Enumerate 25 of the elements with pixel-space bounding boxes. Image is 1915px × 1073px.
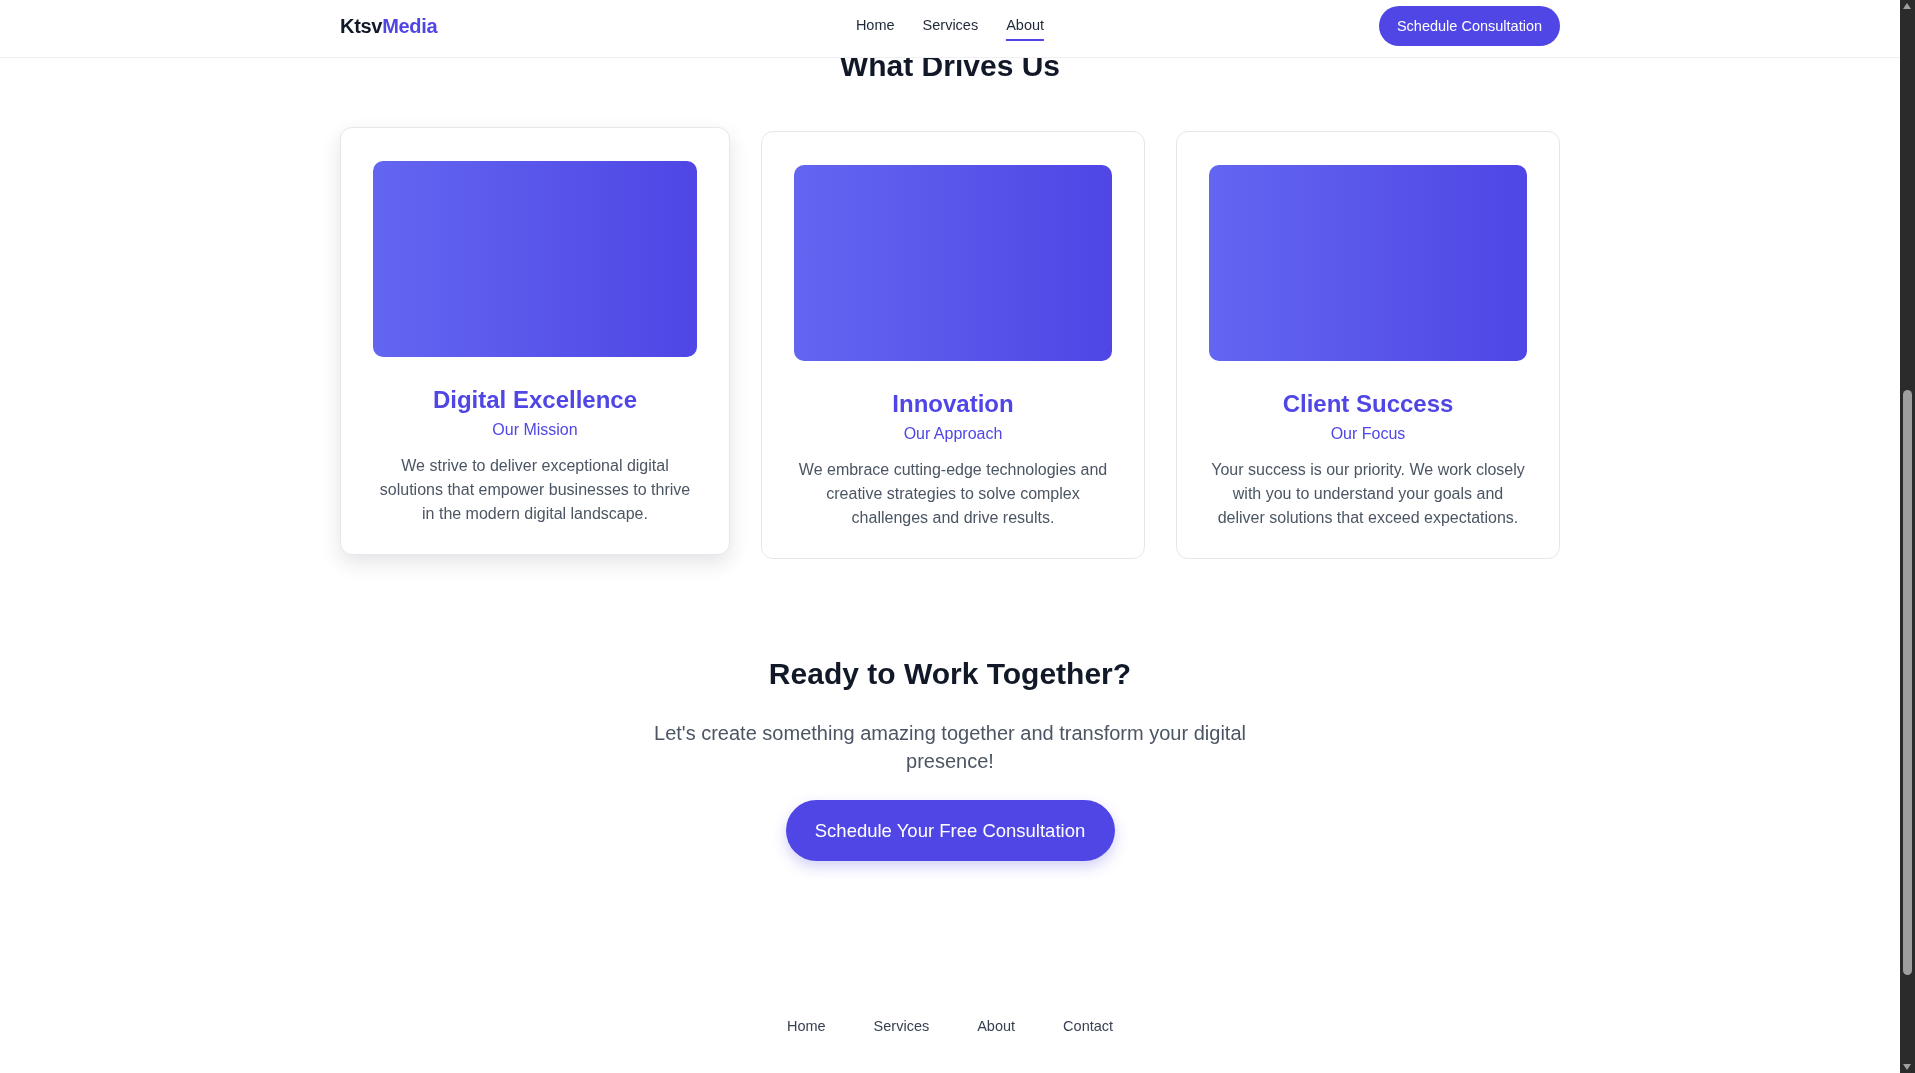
footer-link[interactable]: Contact (1063, 1018, 1114, 1034)
logo[interactable]: KtsvMedia (340, 14, 438, 38)
cta-title: Ready to Work Together? (768, 656, 1132, 692)
scrollbar-thumb[interactable] (1903, 390, 1912, 975)
nav-link[interactable]: Services (922, 11, 979, 41)
card-text: Your success is our priority. We work closely with you to understand your goals and deliver solutions that exceed expectations. (1210, 460, 1526, 528)
card-subtitle: Our Approach (903, 424, 1003, 444)
footer-link[interactable]: Services (873, 1018, 930, 1034)
scroll-up-icon[interactable] (1903, 3, 1911, 9)
footer-link[interactable]: About (977, 1018, 1016, 1034)
card-title: Innovation (892, 389, 1014, 419)
scroll-down-icon[interactable] (1903, 1064, 1911, 1070)
card-title: Client Success (1282, 389, 1454, 419)
footer-link[interactable]: Home (786, 1018, 826, 1034)
card-subtitle: Our Mission (492, 420, 578, 440)
free-consultation-button[interactable]: Schedule Your Free Consultation (785, 800, 1115, 861)
card-title: Digital Excellence (432, 385, 638, 415)
nav-link[interactable]: About (1006, 11, 1045, 41)
card-subtitle: Our Focus (1330, 424, 1406, 444)
nav-link[interactable]: Home (855, 11, 895, 41)
card-text: We embrace cutting-edge technologies and creative strategies to solve complex challenges and drive results. (797, 460, 1109, 528)
card-text: We strive to deliver exceptional digital solutions that empower businesses to thrive in the modern digital landscape. (378, 456, 692, 524)
schedule-consultation-button[interactable]: Schedule Consultation (1379, 6, 1560, 46)
cta-text: Let's create something amazing together and transform your digital presence! (653, 721, 1247, 774)
scrollbar[interactable] (1900, 0, 1915, 1073)
